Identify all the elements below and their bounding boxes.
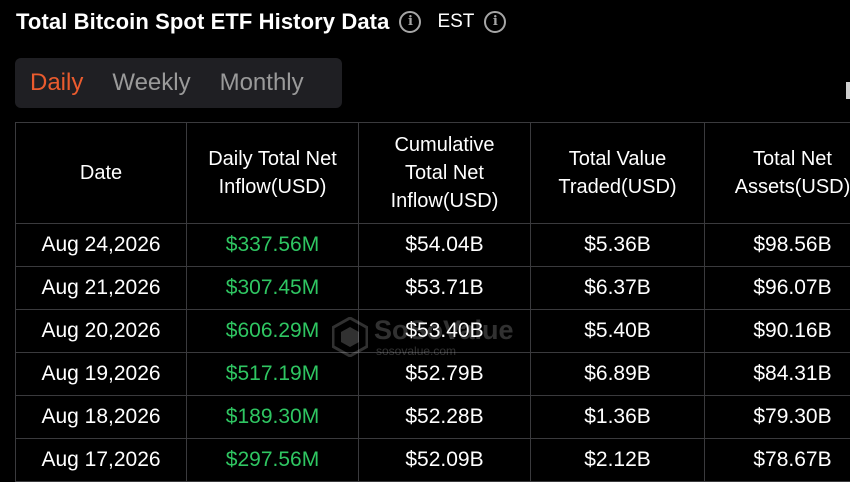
table-row: Aug 20,2026 $606.29M $53.40B $5.40B $90.… bbox=[15, 309, 850, 353]
scroll-edge-indicator bbox=[846, 82, 850, 99]
table-row: Aug 17,2026 $297.56M $52.09B $2.12B $78.… bbox=[15, 438, 850, 482]
date-cell: Aug 20,2026 bbox=[15, 309, 187, 353]
tab-weekly[interactable]: Weekly bbox=[112, 69, 190, 97]
cumulative-net-inflow-cell: $53.40B bbox=[358, 309, 531, 353]
daily-net-inflow-cell: $606.29M bbox=[186, 309, 359, 353]
column-header-date[interactable]: Date bbox=[15, 122, 187, 224]
cumulative-net-inflow-cell: $52.09B bbox=[358, 438, 531, 482]
header: Total Bitcoin Spot ETF History Data i ES… bbox=[16, 6, 507, 38]
cumulative-net-inflow-cell: $52.79B bbox=[358, 352, 531, 396]
total-net-assets-cell: $98.56B bbox=[704, 223, 850, 267]
timezone-info-icon[interactable]: i bbox=[484, 11, 507, 33]
period-tabs: Daily Weekly Monthly bbox=[15, 58, 342, 108]
column-header-daily-net-inflow[interactable]: Daily Total Net Inflow(USD) bbox=[186, 122, 359, 224]
table-row: Aug 19,2026 $517.19M $52.79B $6.89B $84.… bbox=[15, 352, 850, 396]
total-value-traded-cell: $6.37B bbox=[530, 266, 705, 310]
table-row: Aug 24,2026 $337.56M $54.04B $5.36B $98.… bbox=[15, 223, 850, 267]
daily-net-inflow-cell: $517.19M bbox=[186, 352, 359, 396]
date-cell: Aug 17,2026 bbox=[15, 438, 187, 482]
total-value-traded-cell: $6.89B bbox=[530, 352, 705, 396]
total-net-assets-cell: $84.31B bbox=[704, 352, 850, 396]
daily-net-inflow-cell: $297.56M bbox=[186, 438, 359, 482]
total-net-assets-cell: $96.07B bbox=[704, 266, 850, 310]
total-net-assets-cell: $90.16B bbox=[704, 309, 850, 353]
column-header-cumulative-net-inflow[interactable]: Cumulative Total Net Inflow(USD) bbox=[358, 122, 531, 224]
column-header-total-value-traded[interactable]: Total Value Traded(USD) bbox=[530, 122, 705, 224]
total-net-assets-cell: $79.30B bbox=[704, 395, 850, 439]
cumulative-net-inflow-cell: $54.04B bbox=[358, 223, 531, 267]
date-cell: Aug 24,2026 bbox=[15, 223, 187, 267]
etf-history-table: Date Daily Total Net Inflow(USD) Cumulat… bbox=[15, 122, 850, 482]
cumulative-net-inflow-cell: $53.71B bbox=[358, 266, 531, 310]
date-cell: Aug 19,2026 bbox=[15, 352, 187, 396]
etf-table-container[interactable]: Date Daily Total Net Inflow(USD) Cumulat… bbox=[15, 122, 850, 482]
daily-net-inflow-cell: $307.45M bbox=[186, 266, 359, 310]
tab-monthly[interactable]: Monthly bbox=[220, 69, 304, 97]
date-cell: Aug 18,2026 bbox=[15, 395, 187, 439]
daily-net-inflow-cell: $189.30M bbox=[186, 395, 359, 439]
total-value-traded-cell: $5.40B bbox=[530, 309, 705, 353]
total-value-traded-cell: $1.36B bbox=[530, 395, 705, 439]
total-value-traded-cell: $5.36B bbox=[530, 223, 705, 267]
column-header-total-net-assets-label: Total Net Assets(USD) bbox=[734, 148, 850, 198]
column-header-total-net-assets[interactable]: Total Net Assets(USD) bbox=[704, 122, 850, 224]
table-row: Aug 18,2026 $189.30M $52.28B $1.36B $79.… bbox=[15, 395, 850, 439]
tab-daily[interactable]: Daily bbox=[30, 69, 83, 97]
etf-history-page: Total Bitcoin Spot ETF History Data i ES… bbox=[0, 0, 850, 482]
table-row: Aug 21,2026 $307.45M $53.71B $6.37B $96.… bbox=[15, 266, 850, 310]
timezone-label: EST bbox=[437, 11, 475, 32]
column-header-total-value-traded-label: Total Value Traded(USD) bbox=[558, 148, 677, 198]
total-net-assets-cell: $78.67B bbox=[704, 438, 850, 482]
date-cell: Aug 21,2026 bbox=[15, 266, 187, 310]
total-value-traded-cell: $2.12B bbox=[530, 438, 705, 482]
info-icon[interactable]: i bbox=[399, 11, 422, 33]
column-header-daily-net-inflow-label: Daily Total Net Inflow(USD) bbox=[208, 148, 337, 198]
table-header-row: Date Daily Total Net Inflow(USD) Cumulat… bbox=[15, 122, 850, 224]
cumulative-net-inflow-cell: $52.28B bbox=[358, 395, 531, 439]
column-header-cumulative-net-inflow-label: Cumulative Total Net Inflow(USD) bbox=[390, 134, 499, 212]
daily-net-inflow-cell: $337.56M bbox=[186, 223, 359, 267]
page-title: Total Bitcoin Spot ETF History Data bbox=[16, 9, 390, 34]
